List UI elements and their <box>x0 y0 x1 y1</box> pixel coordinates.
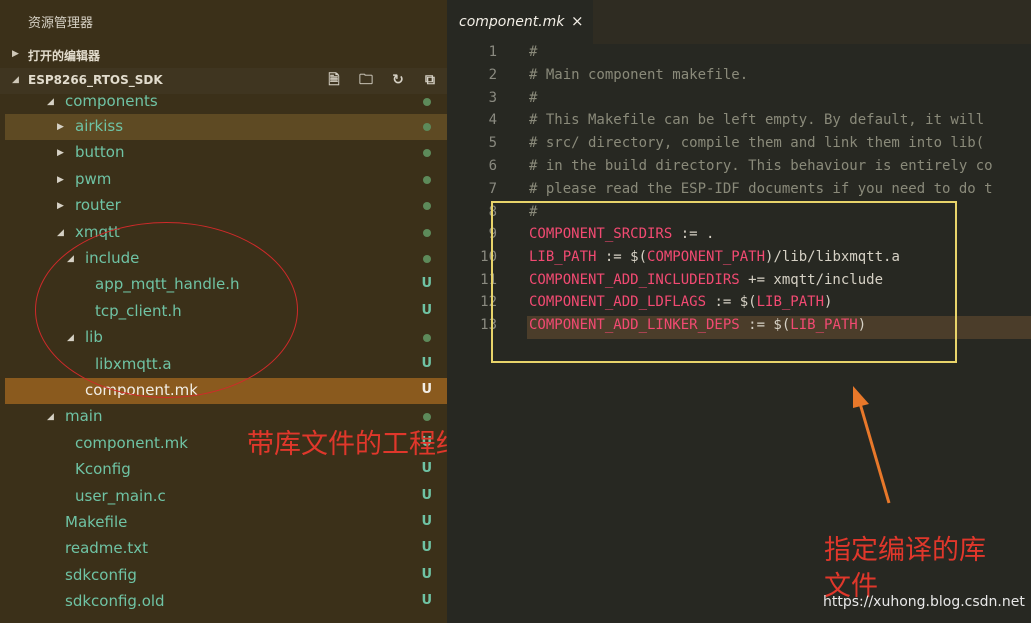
git-status-badge: U <box>421 303 432 318</box>
tree-item[interactable]: ▶ router <box>5 193 447 219</box>
tree-item-label: component.mk <box>75 434 188 452</box>
line-number: 8 <box>488 204 497 220</box>
close-icon[interactable]: × <box>571 12 584 30</box>
tree-item[interactable]: sdkconfig.old U <box>5 589 447 615</box>
new-folder-icon[interactable]: 🗀 <box>357 71 375 89</box>
code-line: # in the build directory. This behaviour… <box>529 158 993 174</box>
git-modified-dot-icon <box>423 255 431 263</box>
tree-item-label: readme.txt <box>65 539 149 557</box>
tree-item-label: pwm <box>75 170 112 188</box>
git-status-badge: U <box>421 356 432 371</box>
line-number: 4 <box>488 112 497 128</box>
collapse-all-icon[interactable]: ⧉ <box>421 71 439 89</box>
code-line: # Main component makefile. <box>529 67 749 83</box>
tab-bar: component.mk × <box>447 0 1031 44</box>
chevron-right-icon[interactable]: ▶ <box>57 175 64 185</box>
tree-item-label: button <box>75 143 125 161</box>
line-number: 13 <box>480 317 497 333</box>
git-modified-dot-icon <box>423 98 431 106</box>
tree-item-label: Kconfig <box>75 460 131 478</box>
code-line: # src/ directory, compile them and link … <box>529 135 985 151</box>
code-line: # please read the ESP-IDF documents if y… <box>529 181 993 197</box>
chevron-right-icon[interactable]: ▶ <box>57 122 64 132</box>
tree-item[interactable]: ▶ pwm <box>5 167 447 193</box>
line-number: 2 <box>488 67 497 83</box>
new-file-icon[interactable]: 🗎 <box>325 71 343 89</box>
tree-item-label: airkiss <box>75 117 124 135</box>
chevron-down-icon[interactable]: ◢ <box>57 228 64 238</box>
git-modified-dot-icon <box>423 413 431 421</box>
tree-item-label: sdkconfig.old <box>65 592 165 610</box>
line-number: 11 <box>480 272 497 288</box>
chevron-down-icon[interactable]: ◢ <box>47 97 54 107</box>
annotation-structure: 带库文件的工程结构 <box>247 429 447 460</box>
tree-item[interactable]: ▶ airkiss <box>5 114 447 140</box>
tree-item-label: user_main.c <box>75 487 166 505</box>
tree-item-label: main <box>65 407 103 425</box>
explorer-title: 资源管理器 <box>28 16 94 31</box>
git-status-badge: U <box>421 514 432 529</box>
open-editors-section[interactable]: ▶ 打开的编辑器 <box>0 42 447 68</box>
explorer-toolbar: 🗎 🗀 ↻ ⧉ <box>325 71 439 89</box>
orange-arrow-icon <box>853 386 891 504</box>
line-number: 6 <box>488 158 497 174</box>
git-modified-dot-icon <box>423 123 431 131</box>
yellow-highlight-box <box>491 201 957 363</box>
tree-item[interactable]: ▶ button <box>5 140 447 166</box>
tab-component-mk[interactable]: component.mk × <box>447 0 593 44</box>
line-number: 10 <box>480 249 497 265</box>
git-modified-dot-icon <box>423 202 431 210</box>
chevron-down-icon[interactable]: ◢ <box>47 412 54 422</box>
red-annotation-ellipse <box>35 222 298 398</box>
code-line: # <box>529 44 538 60</box>
git-status-badge: U <box>421 382 432 397</box>
git-modified-dot-icon <box>423 176 431 184</box>
refresh-icon[interactable]: ↻ <box>389 71 407 89</box>
explorer-sidebar: 资源管理器 ▶ 打开的编辑器 ◢ ESP8266_RTOS_SDK 🗎 🗀 ↻ … <box>0 0 447 623</box>
git-status-badge: U <box>421 593 432 608</box>
project-label: ESP8266_RTOS_SDK <box>28 73 163 87</box>
line-number: 12 <box>480 294 497 310</box>
tree-item-label: Makefile <box>65 513 128 531</box>
line-number: 9 <box>488 226 497 242</box>
code-line: # This Makefile can be left empty. By de… <box>529 112 985 128</box>
chevron-right-icon: ▶ <box>12 49 19 59</box>
tree-item-label: sdkconfig <box>65 566 137 584</box>
tree-item[interactable]: user_main.c U <box>5 484 447 510</box>
chevron-right-icon[interactable]: ▶ <box>57 201 64 211</box>
git-modified-dot-icon <box>423 334 431 342</box>
tree-item-label: components <box>65 92 158 110</box>
line-number: 5 <box>488 135 497 151</box>
chevron-right-icon[interactable]: ▶ <box>57 148 64 158</box>
tab-label: component.mk <box>459 14 565 30</box>
git-status-badge: U <box>421 276 432 291</box>
git-status-badge: U <box>421 540 432 555</box>
tree-item[interactable]: Makefile U <box>5 510 447 536</box>
git-status-badge: U <box>421 461 432 476</box>
line-number: 3 <box>488 90 497 106</box>
tree-item[interactable]: sdkconfig U <box>5 563 447 589</box>
tree-item[interactable]: readme.txt U <box>5 536 447 562</box>
chevron-down-icon: ◢ <box>12 75 19 85</box>
git-modified-dot-icon <box>423 229 431 237</box>
git-status-badge: U <box>421 567 432 582</box>
line-number: 1 <box>488 44 497 60</box>
line-number: 7 <box>488 181 497 197</box>
annotation-line: 指定编译的库 <box>824 535 986 566</box>
open-editors-label: 打开的编辑器 <box>28 49 101 63</box>
code-line: # <box>529 90 538 106</box>
watermark: https://xuhong.blog.csdn.net <box>823 594 1025 610</box>
git-status-badge: U <box>421 488 432 503</box>
tree-item-label: router <box>75 196 121 214</box>
tree-item[interactable]: ◢ components <box>5 89 447 115</box>
git-modified-dot-icon <box>423 149 431 157</box>
